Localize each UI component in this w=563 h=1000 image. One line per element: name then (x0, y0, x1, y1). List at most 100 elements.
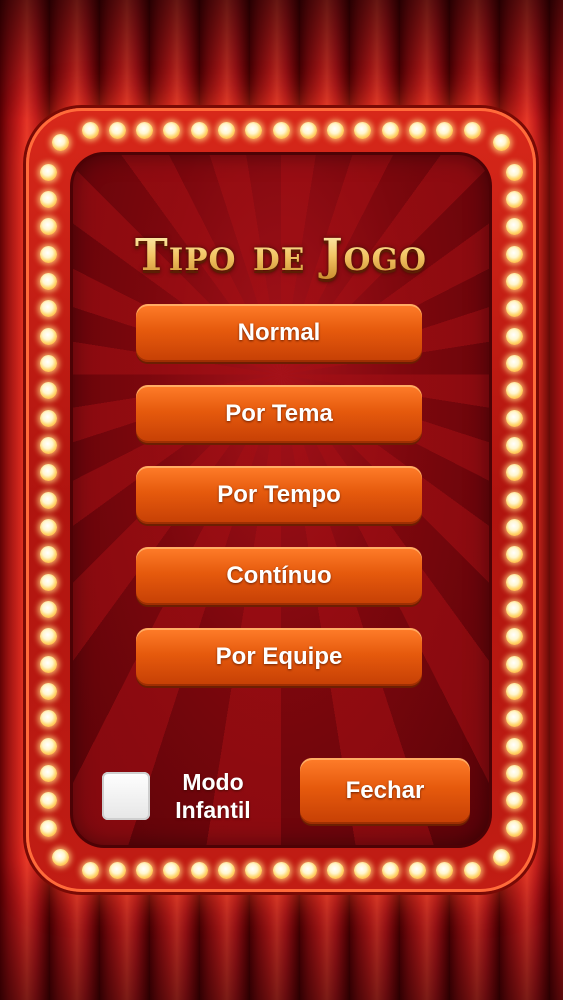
marquee-bulb (190, 861, 208, 879)
theme-mode-label: Por Tema (225, 400, 333, 427)
marquee-bulb (39, 190, 57, 208)
marquee-bulb (505, 163, 523, 181)
marquee-bulb (39, 819, 57, 837)
marquee-bulb (505, 354, 523, 372)
marquee-bulb (272, 121, 290, 139)
kids-mode-label-line2: Infantil (175, 797, 251, 823)
marquee-bulb (463, 121, 481, 139)
marquee-bulb (39, 682, 57, 700)
theater-curtain-background: Tipo de Jogo Normal Por Tema Por Tempo C… (0, 0, 563, 1000)
marquee-bulb (39, 272, 57, 290)
kids-mode-toggle[interactable]: Modo Infantil (102, 766, 272, 826)
marquee-bulb (505, 300, 523, 318)
marquee-bulb (39, 382, 57, 400)
marquee-bulb (505, 628, 523, 646)
marquee-bulb (51, 133, 69, 151)
marquee-bulb (39, 628, 57, 646)
marquee-bulb (505, 546, 523, 564)
marquee-bulb (505, 573, 523, 591)
kids-mode-label: Modo Infantil (164, 768, 262, 824)
marquee-bulb (505, 218, 523, 236)
marquee-bulb (505, 792, 523, 810)
marquee-bulb (39, 737, 57, 755)
marquee-bulb (505, 518, 523, 536)
marquee-bulb (81, 121, 99, 139)
marquee-bulb (39, 163, 57, 181)
marquee-bulb (163, 121, 181, 139)
marquee-bulb (39, 546, 57, 564)
marquee-bulb (505, 764, 523, 782)
marquee-bulb (327, 121, 345, 139)
marquee-bulb (505, 819, 523, 837)
marquee-bulb (39, 464, 57, 482)
time-mode-label: Por Tempo (217, 481, 341, 508)
continuous-mode-label: Contínuo (226, 562, 332, 589)
marquee-frame: Tipo de Jogo Normal Por Tema Por Tempo C… (26, 108, 536, 892)
team-mode-button[interactable]: Por Equipe (136, 628, 422, 686)
marquee-bulb (505, 245, 523, 263)
marquee-bulb (39, 573, 57, 591)
marquee-bulb (381, 861, 399, 879)
marquee-bulb (39, 600, 57, 618)
normal-mode-button[interactable]: Normal (136, 304, 422, 362)
marquee-bulb (136, 121, 154, 139)
marquee-bulb (39, 245, 57, 263)
marquee-bulb (505, 682, 523, 700)
marquee-bulb (505, 327, 523, 345)
marquee-bulb (505, 655, 523, 673)
marquee-bulb (39, 792, 57, 810)
marquee-bulb (272, 861, 290, 879)
marquee-bulb (354, 121, 372, 139)
time-mode-button[interactable]: Por Tempo (136, 466, 422, 524)
close-button-label: Fechar (345, 777, 425, 804)
marquee-bulb (381, 121, 399, 139)
marquee-bulb (81, 861, 99, 879)
marquee-bulb (39, 354, 57, 372)
marquee-bulb (505, 600, 523, 618)
marquee-bulb (39, 300, 57, 318)
game-type-panel: Tipo de Jogo Normal Por Tema Por Tempo C… (70, 152, 492, 848)
marquee-bulb (245, 861, 263, 879)
marquee-bulb (39, 409, 57, 427)
marquee-bulb (493, 133, 511, 151)
marquee-bulb (408, 121, 426, 139)
marquee-bulb (39, 710, 57, 728)
marquee-bulb (505, 464, 523, 482)
marquee-bulb (354, 861, 372, 879)
marquee-bulb (217, 121, 235, 139)
marquee-bulb (505, 436, 523, 454)
marquee-bulb (493, 849, 511, 867)
marquee-bulb (463, 861, 481, 879)
marquee-bulb (505, 737, 523, 755)
kids-mode-checkbox[interactable] (102, 772, 150, 820)
marquee-bulb (39, 655, 57, 673)
marquee-bulb (190, 121, 208, 139)
marquee-bulb (39, 764, 57, 782)
marquee-bulb (136, 861, 154, 879)
team-mode-label: Por Equipe (215, 643, 343, 670)
normal-mode-label: Normal (237, 319, 321, 346)
marquee-bulb (505, 409, 523, 427)
marquee-bulb (163, 861, 181, 879)
marquee-bulb (51, 849, 69, 867)
marquee-bulb (245, 121, 263, 139)
marquee-bulb (108, 861, 126, 879)
continuous-mode-button[interactable]: Contínuo (136, 547, 422, 605)
marquee-bulb (408, 861, 426, 879)
marquee-bulb (505, 272, 523, 290)
marquee-bulb (39, 436, 57, 454)
marquee-bulb (436, 121, 454, 139)
theme-mode-button[interactable]: Por Tema (136, 385, 422, 443)
close-button[interactable]: Fechar (300, 758, 470, 824)
kids-mode-label-line1: Modo (182, 769, 244, 795)
page-title: Tipo de Jogo (70, 230, 492, 281)
marquee-bulb (108, 121, 126, 139)
marquee-bulb (299, 861, 317, 879)
marquee-bulb (39, 327, 57, 345)
marquee-bulb (39, 491, 57, 509)
marquee-bulb (505, 710, 523, 728)
marquee-bulb (505, 382, 523, 400)
marquee-bulb (436, 861, 454, 879)
marquee-bulb (327, 861, 345, 879)
marquee-bulb (39, 518, 57, 536)
